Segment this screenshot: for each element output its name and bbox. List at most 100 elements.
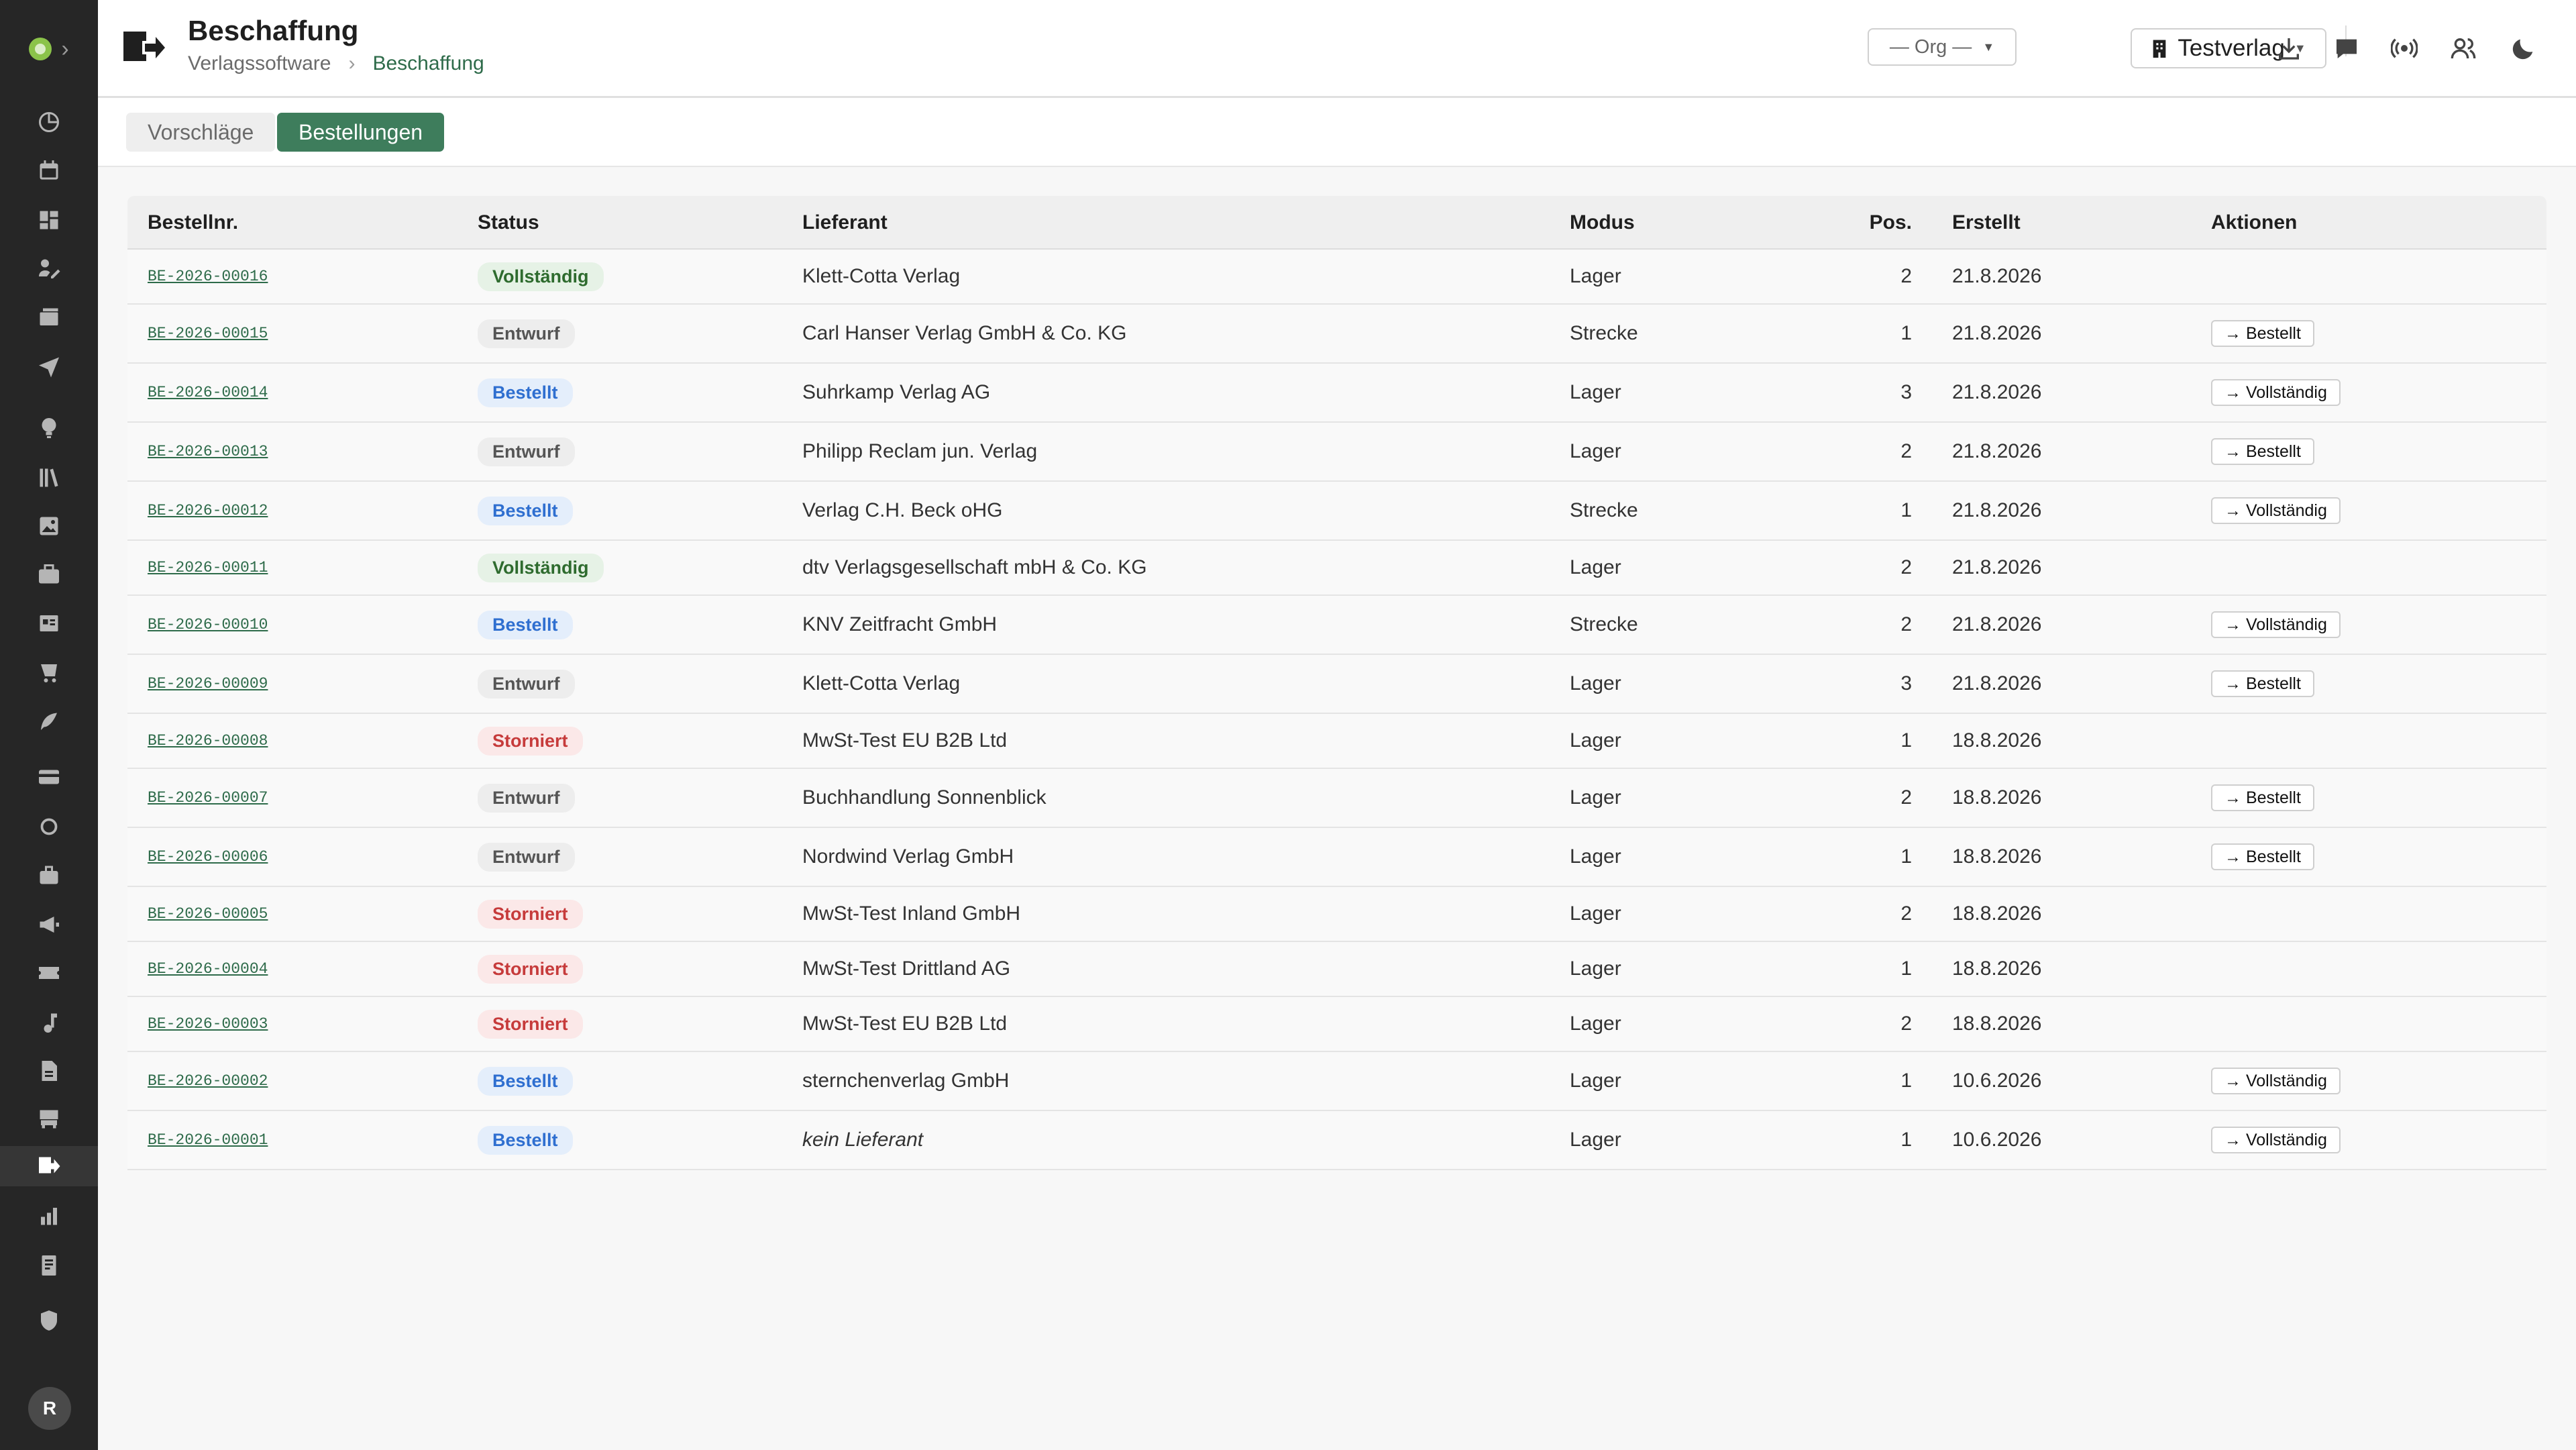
tab-vorschlaege[interactable]: Vorschläge [126, 113, 276, 152]
sidebar-item-calendar[interactable] [0, 150, 98, 191]
sidebar: › R [0, 0, 98, 1450]
order-id-link[interactable]: BE-2026-00016 [148, 268, 268, 285]
mode-cell: Strecke [1570, 499, 1638, 521]
advance-status-button[interactable]: → Bestellt [2211, 843, 2314, 870]
sidebar-item-documents[interactable] [0, 1051, 98, 1091]
orders-table: Bestellnr. Status Lieferant Modus Pos. E… [127, 196, 2546, 1170]
breadcrumb-root[interactable]: Verlagssoftware [188, 52, 331, 75]
actions-cell: → Bestellt [2211, 305, 2314, 362]
positions-cell: 1 [1900, 499, 1912, 521]
positions-cell: 2 [1900, 613, 1912, 635]
advance-status-button[interactable]: → Vollständig [2211, 379, 2341, 406]
sidebar-item-dashboard-chart[interactable] [0, 102, 98, 142]
sidebar-item-inbox[interactable] [0, 297, 98, 338]
sidebar-item-send[interactable] [0, 346, 98, 386]
order-id-link[interactable]: BE-2026-00008 [148, 732, 268, 749]
table-row: BE-2026-00014 Bestellt Suhrkamp Verlag AG L… [127, 364, 2546, 423]
sidebar-item-invoices[interactable] [0, 1245, 98, 1286]
status-badge: Bestellt [478, 1066, 573, 1096]
supplier-cell: Philipp Reclam jun. Verlag [802, 440, 1038, 462]
column-header-pos[interactable]: Pos. [1805, 196, 1912, 250]
sidebar-item-orders[interactable] [0, 652, 98, 692]
status-cell: Bestellt [478, 1111, 573, 1169]
sidebar-item-reports[interactable] [0, 1196, 98, 1236]
supplier-cell: MwSt-Test Drittland AG [802, 957, 1011, 980]
status-cell: Bestellt [478, 482, 573, 539]
order-id-link[interactable]: BE-2026-00003 [148, 1015, 268, 1033]
order-id-link[interactable]: BE-2026-00014 [148, 384, 268, 401]
order-id-link[interactable]: BE-2026-00010 [148, 616, 268, 633]
sidebar-item-sales[interactable] [0, 855, 98, 895]
advance-status-button[interactable]: → Bestellt [2211, 670, 2314, 697]
column-header-mode[interactable]: Modus [1570, 196, 1635, 250]
mode-cell: Strecke [1570, 322, 1638, 344]
download-icon [2279, 38, 2299, 60]
order-id-link[interactable]: BE-2026-00009 [148, 675, 268, 692]
sidebar-item-library[interactable] [0, 458, 98, 498]
order-id-link[interactable]: BE-2026-00005 [148, 905, 268, 923]
mode-cell: Strecke [1570, 613, 1638, 635]
order-id-link[interactable]: BE-2026-00001 [148, 1131, 268, 1149]
positions-cell: 3 [1900, 672, 1912, 694]
user-avatar[interactable]: R [28, 1387, 71, 1430]
sidebar-item-store[interactable] [0, 1099, 98, 1139]
store-icon [40, 1110, 58, 1129]
sidebar-item-overview[interactable] [0, 200, 98, 240]
sidebar-item-ideas[interactable] [0, 408, 98, 448]
order-id-link[interactable]: BE-2026-00006 [148, 848, 268, 866]
actions-cell: → Bestellt [2211, 828, 2314, 886]
column-header-id[interactable]: Bestellnr. [148, 196, 238, 250]
advance-status-button[interactable]: → Vollständig [2211, 1068, 2341, 1094]
broadcast-button[interactable] [2385, 30, 2423, 67]
advance-status-button[interactable]: → Bestellt [2211, 784, 2314, 811]
org-select[interactable]: — Org — ▼ [1868, 28, 2017, 66]
positions-cell: 3 [1900, 381, 1912, 403]
chevron-right-icon[interactable]: › [61, 38, 68, 60]
column-header-status[interactable]: Status [478, 196, 539, 250]
column-header-created[interactable]: Erstellt [1952, 196, 2021, 250]
advance-status-button[interactable]: → Vollständig [2211, 1127, 2341, 1153]
sidebar-item-marketing[interactable] [0, 904, 98, 945]
order-id-link[interactable]: BE-2026-00004 [148, 960, 268, 978]
order-id-link[interactable]: BE-2026-00015 [148, 325, 268, 342]
dark-mode-toggle[interactable] [2505, 30, 2542, 67]
sidebar-item-business[interactable] [0, 554, 98, 594]
users-button[interactable] [2445, 30, 2482, 67]
created-cell: 21.8.2026 [1952, 672, 2042, 694]
sidebar-item-contacts[interactable] [0, 603, 98, 643]
table-body: BE-2026-00016 Vollständig Klett-Cotta Verl… [127, 250, 2546, 1170]
table-row: BE-2026-00002 Bestellt sternchenverlag Gmb… [127, 1052, 2546, 1111]
chat-button[interactable] [2328, 30, 2365, 67]
order-id-link[interactable]: BE-2026-00007 [148, 789, 268, 807]
actions-cell: → Bestellt [2211, 423, 2314, 480]
advance-status-button[interactable]: → Bestellt [2211, 320, 2314, 347]
sidebar-item-security[interactable] [0, 1300, 98, 1341]
sidebar-item-procurement[interactable] [0, 1146, 98, 1186]
status-badge: Bestellt [478, 610, 573, 639]
sidebar-item-status[interactable] [0, 807, 98, 847]
tab-bestellungen[interactable]: Bestellungen [277, 113, 445, 152]
download-button[interactable] [2270, 30, 2308, 67]
positions-cell: 2 [1900, 1013, 1912, 1035]
order-id-link[interactable]: BE-2026-00011 [148, 559, 268, 576]
table-row: BE-2026-00003 Storniert MwSt-Test EU B2B L… [127, 997, 2546, 1052]
order-id-link[interactable]: BE-2026-00013 [148, 443, 268, 460]
sidebar-item-authors[interactable] [0, 702, 98, 742]
advance-status-button[interactable]: → Bestellt [2211, 438, 2314, 465]
sidebar-item-media[interactable] [0, 506, 98, 546]
advance-status-button[interactable]: → Vollständig [2211, 611, 2341, 638]
positions-cell: 1 [1900, 322, 1912, 344]
sidebar-header[interactable]: › [0, 0, 98, 98]
advance-status-button[interactable]: → Vollständig [2211, 497, 2341, 524]
table-row: BE-2026-00012 Bestellt Verlag C.H. Beck oH… [127, 482, 2546, 541]
order-id-link[interactable]: BE-2026-00002 [148, 1072, 268, 1090]
status-badge: Bestellt [478, 1125, 573, 1155]
order-id-link[interactable]: BE-2026-00012 [148, 502, 268, 519]
sidebar-item-audio[interactable] [0, 1002, 98, 1043]
sidebar-item-editing[interactable] [0, 248, 98, 289]
sidebar-item-payments[interactable] [0, 757, 98, 797]
id-card-icon [40, 615, 58, 631]
sidebar-item-events[interactable] [0, 953, 98, 993]
positions-cell: 2 [1900, 265, 1912, 287]
column-header-supplier[interactable]: Lieferant [802, 196, 888, 250]
